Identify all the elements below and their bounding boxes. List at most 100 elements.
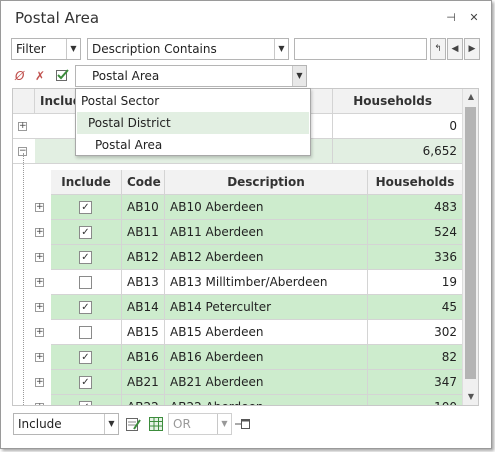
- include-checkbox[interactable]: ✓: [79, 351, 92, 364]
- code-cell: AB11: [122, 220, 165, 245]
- scrollbar-thumb[interactable]: [465, 107, 476, 379]
- expand-icon[interactable]: +: [35, 353, 44, 362]
- households-cell: 524: [368, 220, 463, 245]
- logic-combo[interactable]: OR ▼: [168, 413, 232, 435]
- include-combo[interactable]: Include ▼: [13, 413, 119, 435]
- outer-row-households: 0: [333, 114, 463, 139]
- include-cell: [51, 270, 122, 295]
- select-all-icon[interactable]: [55, 68, 69, 82]
- inner-header-code[interactable]: Code: [122, 170, 165, 195]
- include-checkbox[interactable]: ✓: [79, 226, 92, 239]
- inner-header-include[interactable]: Include: [51, 170, 122, 195]
- description-cell: AB22 Aberdeen: [165, 395, 368, 405]
- description-cell: AB13 Milltimber/Aberdeen: [165, 270, 368, 295]
- include-cell: ✓: [51, 220, 122, 245]
- inner-header-households[interactable]: Households: [368, 170, 463, 195]
- description-cell: AB15 Aberdeen: [165, 320, 368, 345]
- expand-icon[interactable]: +: [35, 253, 44, 262]
- code-cell: AB22: [122, 395, 165, 405]
- include-cell: ✓: [51, 245, 122, 270]
- expand-icon[interactable]: +: [35, 403, 44, 405]
- households-cell: 82: [368, 345, 463, 370]
- scroll-up-icon[interactable]: ▲: [463, 89, 478, 105]
- no-filter-icon[interactable]: Ø: [15, 69, 24, 83]
- filter-condition-combo[interactable]: Description Contains ▼: [87, 38, 289, 60]
- inner-table-row[interactable]: + ✓ AB11 AB11 Aberdeen 524: [35, 220, 463, 245]
- chevron-down-icon[interactable]: ▼: [274, 39, 288, 59]
- add-condition-icon[interactable]: [235, 418, 251, 430]
- filter-mode-value: Filter: [16, 42, 46, 56]
- households-cell: 336: [368, 245, 463, 270]
- filter-condition-value: Description Contains: [92, 42, 217, 56]
- code-cell: AB16: [122, 345, 165, 370]
- description-cell: AB10 Aberdeen: [165, 195, 368, 220]
- level-dropdown-list: Postal Sector Postal District Postal Are…: [75, 88, 311, 156]
- level-combo-value: Postal Area: [92, 69, 160, 83]
- description-cell: AB12 Aberdeen: [165, 245, 368, 270]
- households-cell: 45: [368, 295, 463, 320]
- households-cell: 302: [368, 320, 463, 345]
- filter-value-input[interactable]: [294, 38, 427, 60]
- include-cell: ✓: [51, 345, 122, 370]
- description-cell: AB14 Peterculter: [165, 295, 368, 320]
- close-icon[interactable]: ✕: [467, 11, 481, 24]
- include-checkbox[interactable]: [79, 326, 92, 339]
- inner-header-description[interactable]: Description: [165, 170, 368, 195]
- include-checkbox[interactable]: [79, 276, 92, 289]
- code-cell: AB10: [122, 195, 165, 220]
- include-checkbox[interactable]: ✓: [79, 376, 92, 389]
- level-combo[interactable]: Postal Area ▼: [75, 65, 307, 87]
- expand-icon[interactable]: +: [35, 203, 44, 212]
- code-cell: AB14: [122, 295, 165, 320]
- expand-icon[interactable]: +: [35, 328, 44, 337]
- inner-table-row[interactable]: + ✓ AB14 AB14 Peterculter 45: [35, 295, 463, 320]
- inner-table-row[interactable]: + AB13 AB13 Milltimber/Aberdeen 19: [35, 270, 463, 295]
- chevron-down-icon[interactable]: ▼: [104, 414, 118, 434]
- chevron-down-icon[interactable]: ▼: [66, 39, 80, 59]
- include-checkbox[interactable]: ✓: [79, 401, 92, 405]
- inner-table-row[interactable]: + ✓ AB10 AB10 Aberdeen 483: [35, 195, 463, 220]
- dropdown-item-postal-sector[interactable]: Postal Sector: [77, 90, 309, 112]
- include-cell: ✓: [51, 195, 122, 220]
- code-cell: AB15: [122, 320, 165, 345]
- grid-view-icon[interactable]: [148, 416, 164, 432]
- clear-filter-icon[interactable]: ✗: [35, 69, 45, 83]
- include-checkbox[interactable]: ✓: [79, 201, 92, 214]
- code-cell: AB13: [122, 270, 165, 295]
- expand-icon[interactable]: +: [35, 303, 44, 312]
- filter-mode-combo[interactable]: Filter ▼: [11, 38, 81, 60]
- filter-prev-icon[interactable]: ◀: [447, 38, 463, 60]
- include-checkbox[interactable]: ✓: [79, 251, 92, 264]
- inner-table-row[interactable]: + AB15 AB15 Aberdeen 302: [35, 320, 463, 345]
- households-cell: 483: [368, 195, 463, 220]
- pin-icon[interactable]: ⊣: [444, 11, 458, 24]
- expand-icon[interactable]: +: [35, 228, 44, 237]
- dropdown-item-postal-district[interactable]: Postal District: [77, 112, 309, 134]
- tree-connector: [23, 153, 24, 405]
- inner-grid-header: Include Code Description Households: [51, 170, 463, 195]
- include-cell: ✓: [51, 295, 122, 320]
- dropdown-item-postal-area[interactable]: Postal Area: [77, 134, 309, 156]
- chevron-down-icon[interactable]: ▼: [292, 66, 306, 86]
- code-cell: AB12: [122, 245, 165, 270]
- vertical-scrollbar[interactable]: ▲ ▼: [462, 89, 478, 405]
- inner-table-row[interactable]: + ✓ AB16 AB16 Aberdeen 82: [35, 345, 463, 370]
- expand-icon[interactable]: +: [18, 122, 27, 131]
- outer-header-households[interactable]: Households: [333, 89, 463, 114]
- code-cell: AB21: [122, 370, 165, 395]
- households-cell: 100: [368, 395, 463, 405]
- title-bar: Postal Area ⊣ ✕: [1, 1, 491, 35]
- inner-table-row[interactable]: + ✓ AB12 AB12 Aberdeen 336: [35, 245, 463, 270]
- chevron-down-icon[interactable]: ▼: [217, 414, 231, 434]
- scroll-down-icon[interactable]: ▼: [463, 389, 478, 405]
- expand-icon[interactable]: +: [35, 378, 44, 387]
- include-cell: [51, 320, 122, 345]
- filter-back-icon[interactable]: ↰: [430, 38, 446, 60]
- include-combo-value: Include: [18, 417, 62, 431]
- expand-icon[interactable]: +: [35, 278, 44, 287]
- inner-table-row[interactable]: + ✓ AB21 AB21 Aberdeen 347: [35, 370, 463, 395]
- edit-sheet-icon[interactable]: [125, 416, 141, 432]
- filter-next-icon[interactable]: ▶: [464, 38, 480, 60]
- inner-table-row[interactable]: + ✓ AB22AB22 Aberdeen100: [35, 395, 463, 405]
- include-checkbox[interactable]: ✓: [79, 301, 92, 314]
